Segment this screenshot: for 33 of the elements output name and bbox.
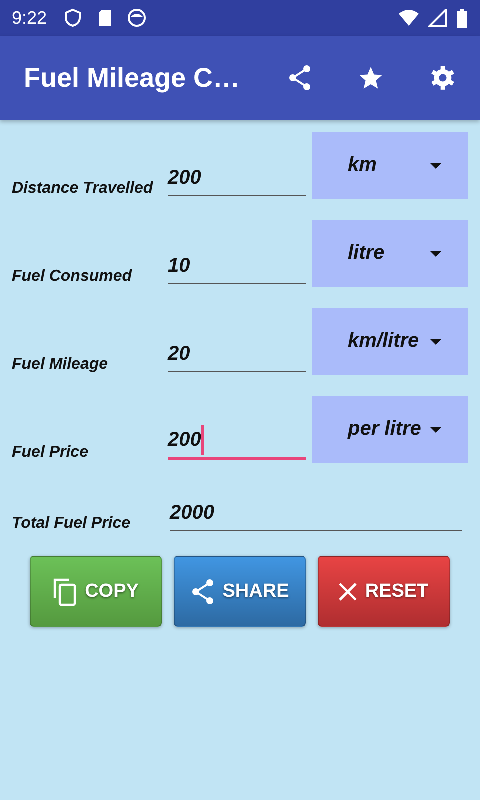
dropdown-arrow-icon <box>430 250 442 256</box>
field-label: Fuel Mileage <box>11 356 110 374</box>
unit-dropdown[interactable]: km <box>312 132 468 199</box>
input-field[interactable]: 10 <box>168 249 306 284</box>
settings-icon[interactable] <box>430 65 456 91</box>
unit-dropdown[interactable]: per litre <box>312 396 468 463</box>
sd-card-icon <box>97 8 114 28</box>
status-time: 9:22 <box>12 8 48 28</box>
field-label: Fuel Consumed <box>11 268 134 286</box>
battery-icon <box>456 8 468 28</box>
close-icon <box>339 582 358 600</box>
input-field[interactable]: 200 <box>168 161 306 196</box>
share-icon <box>190 578 215 604</box>
total-label: Total Fuel Price <box>11 515 132 533</box>
unit-dropdown[interactable]: km/litre <box>312 308 468 375</box>
signal-icon <box>428 9 448 27</box>
field-label: Fuel Price <box>11 444 90 462</box>
app-title: Fuel Mileage C… <box>24 62 242 94</box>
dropdown-arrow-icon <box>430 338 442 344</box>
input-field[interactable]: 200 <box>168 423 306 460</box>
share-button[interactable]: SHARE <box>174 556 306 627</box>
star-icon[interactable] <box>358 65 384 91</box>
dropdown-arrow-icon <box>430 426 442 432</box>
dropdown-arrow-icon <box>430 162 442 168</box>
total-field: 2000 <box>170 496 462 531</box>
unit-dropdown[interactable]: litre <box>312 220 468 287</box>
shield-icon <box>63 8 84 28</box>
wifi-icon <box>398 9 420 27</box>
field-label: Distance Travelled <box>11 180 154 198</box>
input-field[interactable]: 20 <box>168 337 306 372</box>
copy-icon <box>53 578 78 606</box>
share-icon[interactable] <box>288 65 312 91</box>
reset-button[interactable]: RESET <box>318 556 450 627</box>
